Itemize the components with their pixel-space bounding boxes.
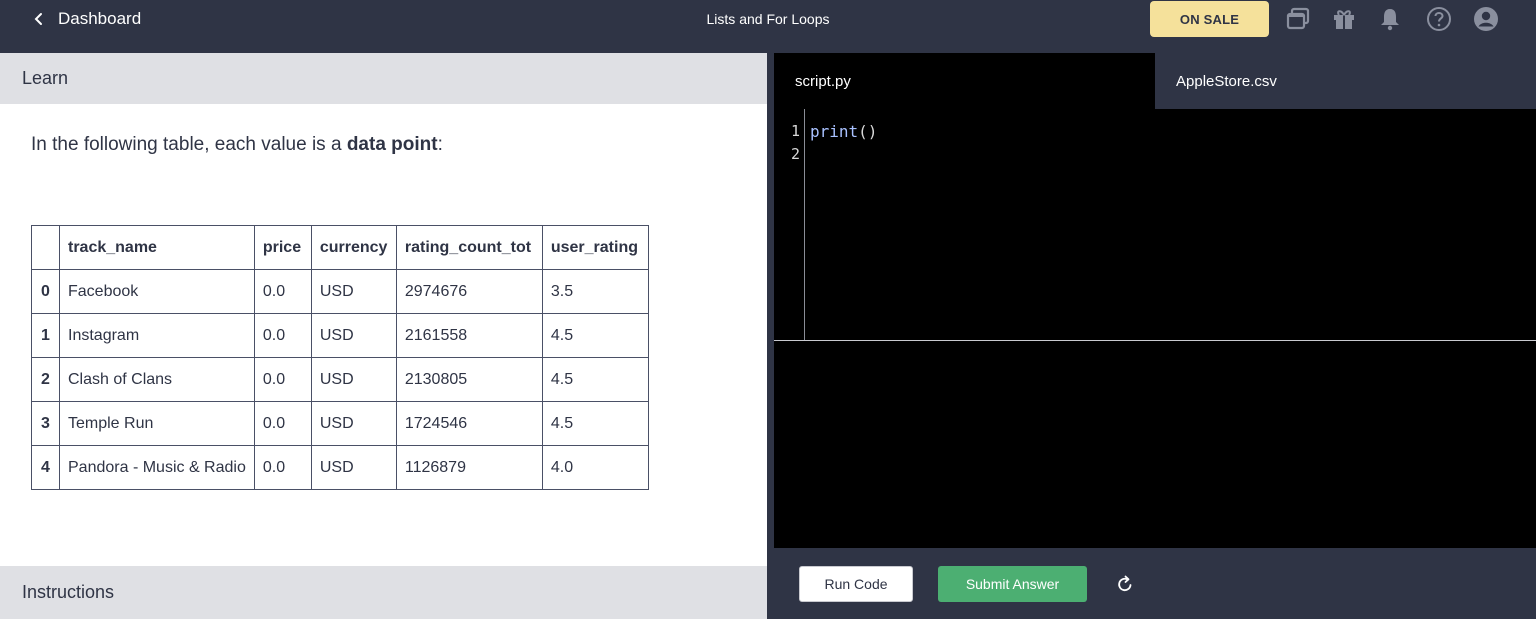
rating-count-cell: 1126879 bbox=[395, 445, 543, 490]
tab-applestore-csv[interactable]: AppleStore.csv bbox=[1155, 53, 1536, 109]
gift-icon[interactable] bbox=[1330, 5, 1358, 33]
currency-cell: USD bbox=[310, 313, 397, 358]
help-icon[interactable] bbox=[1425, 5, 1453, 33]
price-cell: 0.0 bbox=[253, 269, 312, 314]
table-row: 0 Facebook 0.0 USD 2974676 3.5 bbox=[31, 269, 649, 314]
track-name-cell: Facebook bbox=[59, 269, 255, 314]
row-index: 0 bbox=[31, 269, 60, 314]
data-table: track_name price currency rating_count_t… bbox=[31, 225, 649, 490]
learn-intro: In the following table, each value is a … bbox=[31, 134, 443, 156]
run-code-button[interactable]: Run Code bbox=[799, 566, 913, 602]
row-index: 2 bbox=[31, 357, 60, 402]
column-header-index bbox=[31, 225, 60, 270]
code-editor[interactable]: 1 2 print() bbox=[774, 109, 1536, 340]
track-name-cell: Temple Run bbox=[59, 401, 255, 446]
rating-count-cell: 1724546 bbox=[395, 401, 543, 446]
currency-cell: USD bbox=[310, 401, 397, 446]
price-cell: 0.0 bbox=[253, 445, 312, 490]
code-function-name: print bbox=[810, 122, 859, 141]
column-header-track-name: track_name bbox=[59, 225, 255, 270]
code-arguments: () bbox=[858, 122, 878, 141]
on-sale-button[interactable]: ON SALE bbox=[1150, 1, 1269, 37]
line-number-gutter: 1 2 bbox=[774, 109, 805, 340]
currency-cell: USD bbox=[310, 357, 397, 402]
panel-resize-handle[interactable] bbox=[767, 53, 774, 619]
submit-answer-button[interactable]: Submit Answer bbox=[938, 566, 1087, 602]
editor-tabs: script.py AppleStore.csv bbox=[774, 53, 1536, 109]
track-name-cell: Pandora - Music & Radio bbox=[59, 445, 255, 490]
rating-count-cell: 2974676 bbox=[395, 269, 543, 314]
column-header-user-rating: user_rating bbox=[541, 225, 649, 270]
currency-cell: USD bbox=[310, 445, 397, 490]
intro-suffix: : bbox=[437, 134, 443, 155]
track-name-cell: Instagram bbox=[59, 313, 255, 358]
table-header-row: track_name price currency rating_count_t… bbox=[31, 225, 649, 270]
rating-count-cell: 2161558 bbox=[395, 313, 543, 358]
row-index: 4 bbox=[31, 445, 60, 490]
learn-heading: Learn bbox=[0, 53, 767, 104]
account-icon[interactable] bbox=[1472, 5, 1500, 33]
user-rating-cell: 4.5 bbox=[541, 313, 649, 358]
table-row: 4 Pandora - Music & Radio 0.0 USD 112687… bbox=[31, 445, 649, 490]
currency-cell: USD bbox=[310, 269, 397, 314]
console-output bbox=[774, 340, 1536, 548]
instructions-heading[interactable]: Instructions bbox=[0, 566, 767, 619]
bell-icon[interactable] bbox=[1376, 5, 1404, 33]
price-cell: 0.0 bbox=[253, 357, 312, 402]
price-cell: 0.0 bbox=[253, 313, 312, 358]
learn-panel: Learn In the following table, each value… bbox=[0, 53, 767, 619]
column-header-price: price bbox=[253, 225, 312, 270]
windows-icon[interactable] bbox=[1284, 5, 1312, 33]
rating-count-cell: 2130805 bbox=[395, 357, 543, 402]
code-content[interactable]: print() bbox=[810, 120, 877, 143]
line-number: 2 bbox=[790, 145, 800, 163]
editor-controls: Run Code Submit Answer bbox=[774, 548, 1536, 619]
table-row: 3 Temple Run 0.0 USD 1724546 4.5 bbox=[31, 401, 649, 446]
user-rating-cell: 4.5 bbox=[541, 401, 649, 446]
user-rating-cell: 4.0 bbox=[541, 445, 649, 490]
price-cell: 0.0 bbox=[253, 401, 312, 446]
top-bar: Dashboard Lists and For Loops ON SALE bbox=[0, 0, 1536, 53]
column-header-currency: currency bbox=[310, 225, 397, 270]
table-row: 1 Instagram 0.0 USD 2161558 4.5 bbox=[31, 313, 649, 358]
row-index: 3 bbox=[31, 401, 60, 446]
track-name-cell: Clash of Clans bbox=[59, 357, 255, 402]
line-number: 1 bbox=[790, 122, 800, 140]
intro-prefix: In the following table, each value is a bbox=[31, 134, 347, 155]
tab-script-py[interactable]: script.py bbox=[774, 53, 1155, 109]
table-row: 2 Clash of Clans 0.0 USD 2130805 4.5 bbox=[31, 357, 649, 402]
reset-code-icon[interactable] bbox=[1114, 573, 1136, 595]
column-header-rating-count-tot: rating_count_tot bbox=[395, 225, 543, 270]
user-rating-cell: 3.5 bbox=[541, 269, 649, 314]
user-rating-cell: 4.5 bbox=[541, 357, 649, 402]
intro-bold: data point bbox=[346, 134, 438, 155]
row-index: 1 bbox=[31, 313, 60, 358]
